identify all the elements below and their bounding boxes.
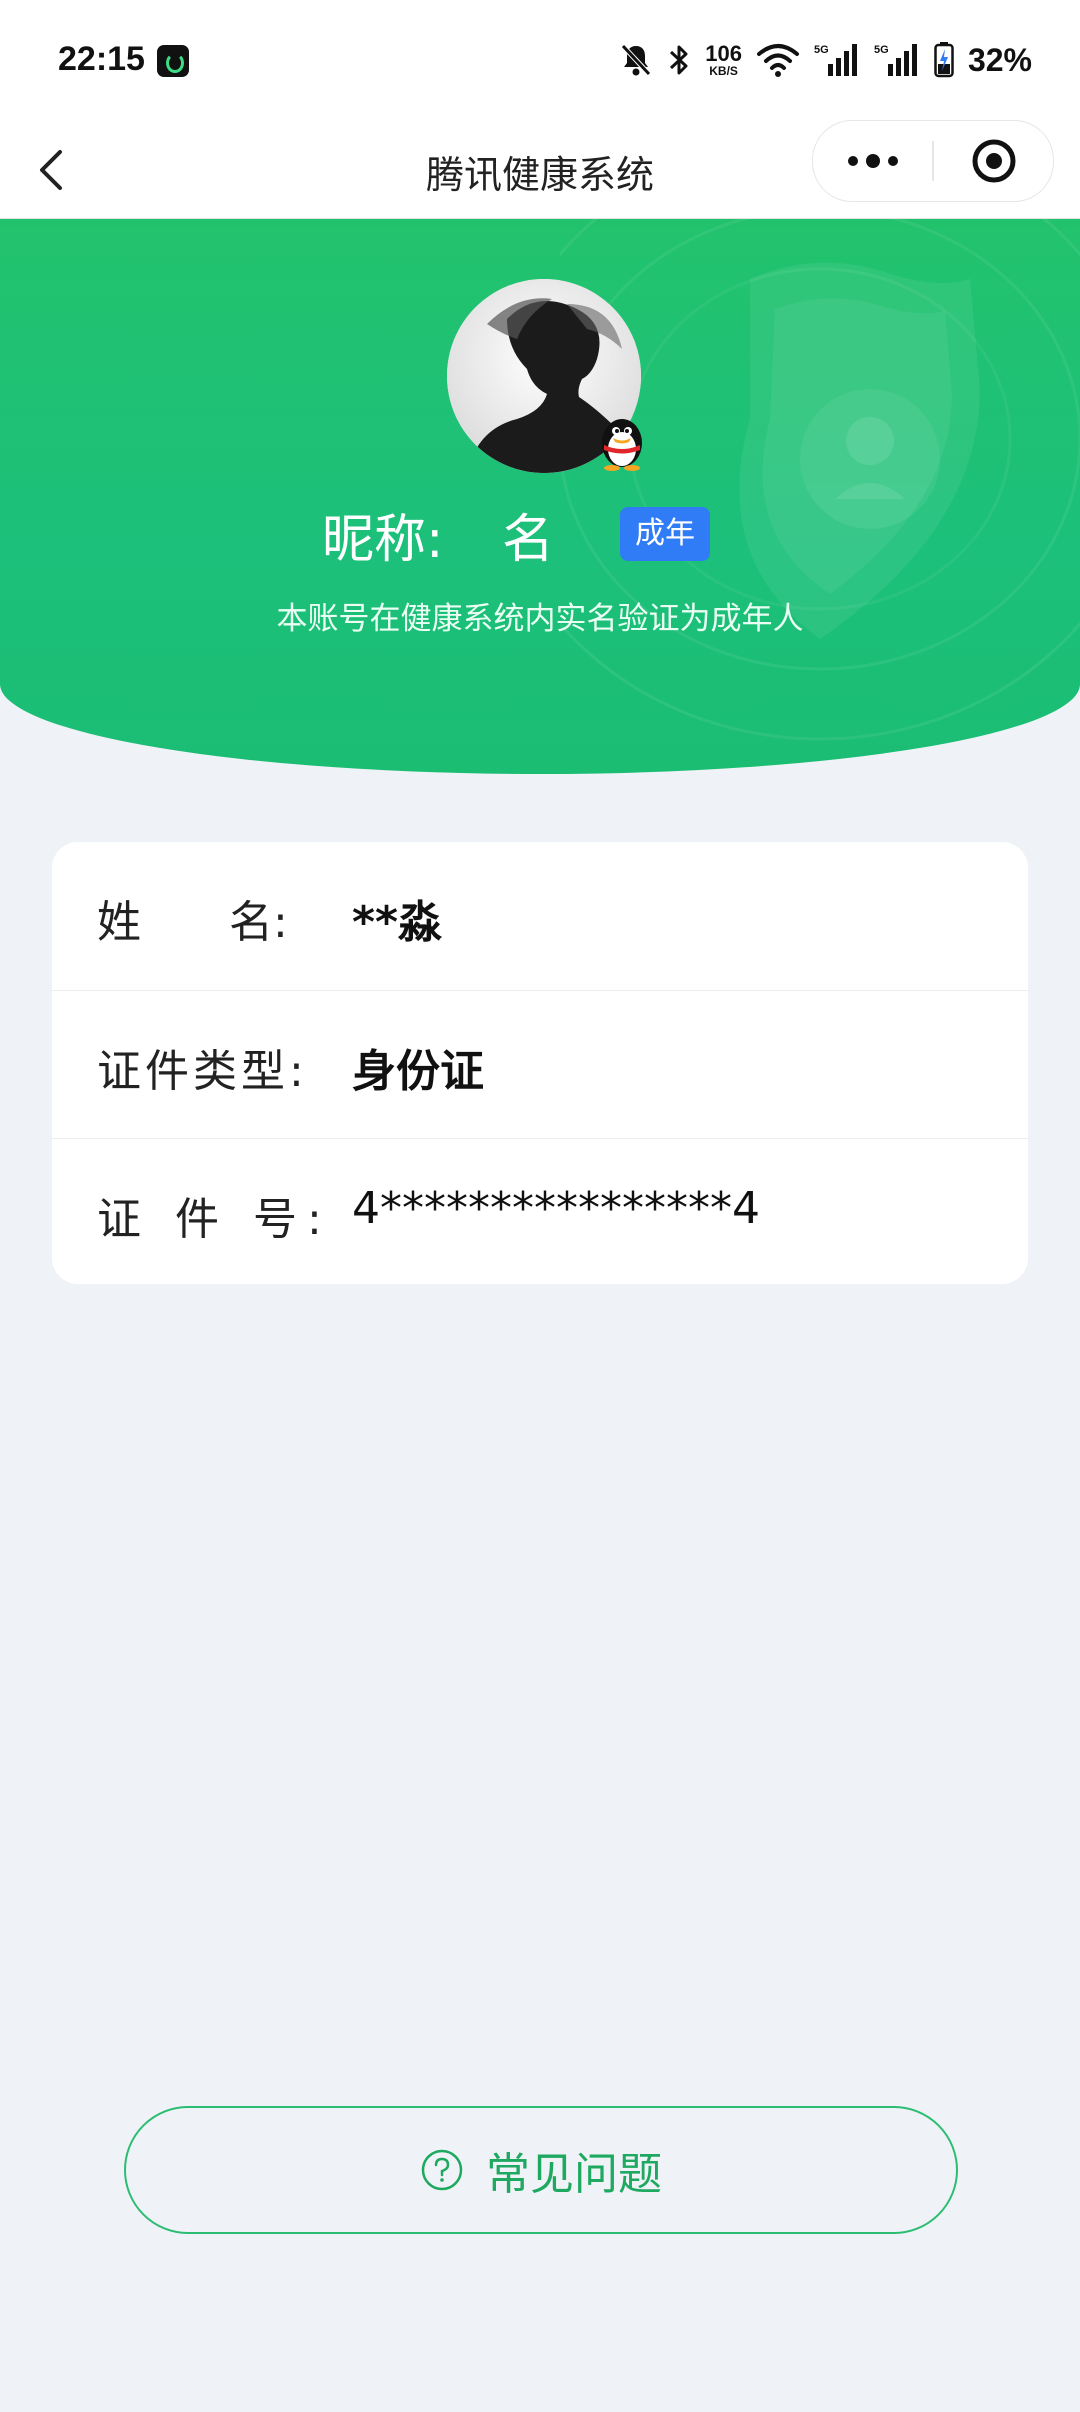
id-type-value: 身份证 [352, 1046, 484, 1097]
name-label: 姓 名: [97, 897, 288, 948]
name-value: **淼 [352, 897, 443, 948]
adult-status-badge: 成年 [620, 507, 710, 561]
identity-info-card: 姓 名: **淼 证件类型: 身份证 证 件 号: 4*************… [52, 842, 1028, 1284]
id-number-label: 证 件 号: [97, 1194, 332, 1245]
info-row-id-type: 证件类型: 身份证 [52, 990, 1028, 1138]
id-type-label: 证件类型: [97, 1046, 308, 1097]
status-time: 22:15 [58, 40, 145, 78]
info-row-id-number: 证 件 号: 4****************4 [52, 1138, 1028, 1286]
nickname-value: 名 [502, 510, 555, 570]
network-speed-unit: KB/S [709, 64, 738, 78]
network-speed: 106 KB/S [705, 41, 742, 78]
battery-icon [934, 42, 954, 78]
more-options-button[interactable] [813, 121, 932, 201]
faq-label: 常见问题 [486, 2149, 662, 2200]
mini-program-capsule [812, 120, 1054, 202]
battery-percent: 32% [967, 41, 1032, 78]
verification-description: 本账号在健康系统内实名验证为成年人 [276, 601, 804, 637]
id-number-value: 4****************4 [352, 1183, 760, 1234]
network-speed-value: 106 [705, 41, 742, 66]
faq-button[interactable]: 常见问题 [124, 2106, 958, 2234]
signal-5g-secondary-label: 5G [874, 44, 889, 56]
status-icons: 106 KB/S 5G 5G 32% [619, 36, 1032, 84]
nav-bar: 腾讯健康系统 [0, 120, 1080, 219]
question-circle-icon [421, 2149, 463, 2191]
music-app-icon [157, 45, 189, 77]
more-dots-icon [847, 154, 898, 168]
nickname-label: 昵称: [322, 510, 444, 570]
signal-5g-secondary-icon: 5G [874, 44, 917, 76]
status-bar: 22:15 106 KB/S 5G 5G 32% [0, 0, 1080, 120]
info-row-name: 姓 名: **淼 [52, 842, 1028, 989]
close-mini-program-button[interactable] [934, 121, 1053, 201]
wifi-icon [756, 44, 799, 77]
profile-header: 昵称: 名 成年 本账号在健康系统内实名验证为成年人 [0, 219, 1080, 774]
signal-5g-label: 5G [814, 44, 829, 56]
bluetooth-icon [670, 45, 688, 75]
signal-5g-icon: 5G [814, 44, 857, 76]
target-close-icon [972, 139, 1015, 183]
shield-decoration-icon [560, 219, 1080, 741]
qq-penguin-icon [602, 419, 642, 471]
bell-muted-icon [621, 44, 652, 76]
faq-button-content: 常见问题 [126, 2108, 956, 2232]
